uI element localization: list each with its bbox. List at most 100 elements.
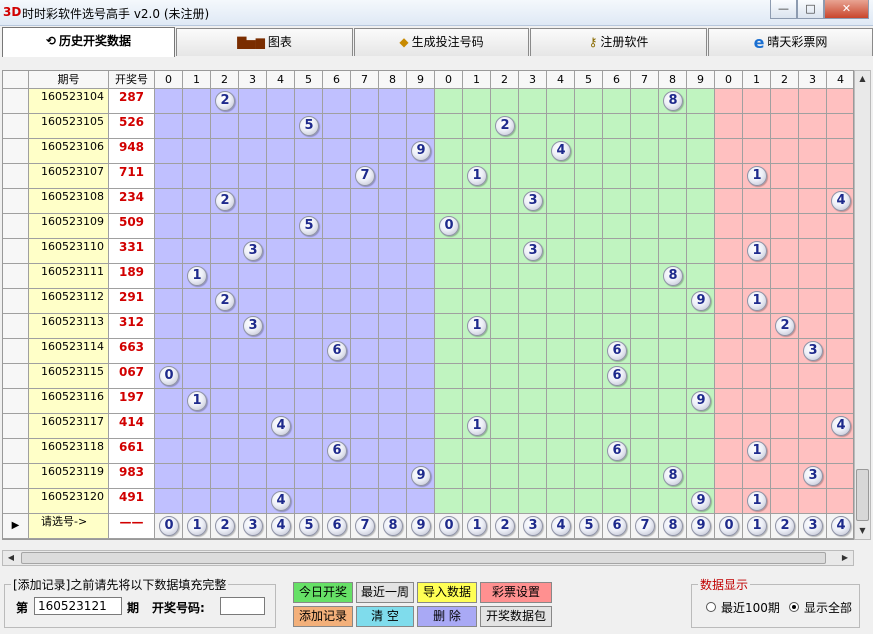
digit-ball: 1: [747, 491, 767, 511]
select-ball-4[interactable]: 4: [831, 516, 851, 536]
select-ball-7[interactable]: 7: [355, 516, 375, 536]
digit-cell: [827, 164, 853, 189]
digit-cell: [491, 464, 519, 489]
select-ball-1[interactable]: 1: [747, 516, 767, 536]
select-ball-4[interactable]: 4: [551, 516, 571, 536]
digit-cell: [771, 414, 799, 439]
scroll-right-icon[interactable]: ▶: [837, 551, 853, 565]
tab-generate[interactable]: ◆ 生成投注号码: [354, 28, 529, 56]
digit-cell: [715, 439, 743, 464]
digit-cell: [659, 489, 687, 514]
column-header-digit: 5: [575, 71, 603, 89]
digit-cell: [239, 214, 267, 239]
period-cell: 160523114: [29, 339, 109, 364]
maximize-button[interactable]: □: [797, 0, 824, 19]
select-ball-4[interactable]: 4: [271, 516, 291, 536]
select-ball-6[interactable]: 6: [607, 516, 627, 536]
select-ball-5[interactable]: 5: [579, 516, 599, 536]
digit-ball: 2: [215, 91, 235, 111]
clear-button[interactable]: 清 空: [356, 606, 414, 627]
digit-cell: [407, 289, 435, 314]
digit-cell: [771, 114, 799, 139]
digit-cell: [379, 214, 407, 239]
digit-cell: [603, 389, 631, 414]
column-header-digit: 4: [267, 71, 295, 89]
digit-cell: [267, 214, 295, 239]
scroll-thumb[interactable]: [856, 469, 869, 521]
digit-cell: [827, 89, 853, 114]
select-ball-2[interactable]: 2: [215, 516, 235, 536]
select-ball-0[interactable]: 0: [719, 516, 739, 536]
digit-cell: [799, 114, 827, 139]
radio-recent-100[interactable]: [706, 602, 716, 612]
digit-cell: [295, 89, 323, 114]
import-data-button[interactable]: 导入数据: [417, 582, 477, 603]
digit-cell: [267, 239, 295, 264]
main-tabs: ⟲ 历史开奖数据 ▇▅▆ 图表 ◆ 生成投注号码 ⚷ 注册软件 e 晴天彩票网: [0, 27, 873, 58]
winning-number-input[interactable]: [220, 597, 265, 615]
digit-ball: 1: [187, 266, 207, 286]
digit-cell: [155, 489, 183, 514]
digit-cell: [575, 239, 603, 264]
scroll-up-icon[interactable]: ▲: [855, 71, 870, 87]
select-ball-5[interactable]: 5: [299, 516, 319, 536]
digit-cell: [519, 214, 547, 239]
select-ball-8[interactable]: 8: [663, 516, 683, 536]
select-ball-0[interactable]: 0: [159, 516, 179, 536]
digit-cell: [267, 464, 295, 489]
select-ball-8[interactable]: 8: [383, 516, 403, 536]
digit-ball: 1: [187, 391, 207, 411]
select-ball-3[interactable]: 3: [243, 516, 263, 536]
vertical-scrollbar[interactable]: ▲ ▼: [854, 70, 871, 540]
tab-chart[interactable]: ▇▅▆ 图表: [176, 28, 353, 56]
scroll-left-icon[interactable]: ◀: [3, 551, 19, 565]
digit-cell: [547, 114, 575, 139]
digit-cell: [295, 489, 323, 514]
digit-cell: [435, 489, 463, 514]
add-record-button[interactable]: 添加记录: [293, 606, 353, 627]
select-ball-2[interactable]: 2: [495, 516, 515, 536]
select-ball-9[interactable]: 9: [411, 516, 431, 536]
select-ball-3[interactable]: 3: [803, 516, 823, 536]
scroll-down-icon[interactable]: ▼: [855, 523, 870, 539]
tab-history[interactable]: ⟲ 历史开奖数据: [2, 27, 175, 57]
bottom-panel: [添加记录]之前请先将以下数据填充完整 第 160523121 期 开奖号码: …: [0, 566, 873, 634]
digit-cell: [547, 214, 575, 239]
lottery-settings-button[interactable]: 彩票设置: [480, 582, 552, 603]
select-ball-3[interactable]: 3: [523, 516, 543, 536]
digit-cell: [547, 164, 575, 189]
radio-show-all[interactable]: [789, 602, 799, 612]
select-ball-1[interactable]: 1: [187, 516, 207, 536]
today-draw-button[interactable]: 今日开奖: [293, 582, 353, 603]
digit-cell: [407, 314, 435, 339]
select-ball-1[interactable]: 1: [467, 516, 487, 536]
period-input[interactable]: 160523121: [34, 597, 122, 615]
select-ball-2[interactable]: 2: [775, 516, 795, 536]
select-ball-6[interactable]: 6: [327, 516, 347, 536]
select-ball-9[interactable]: 9: [691, 516, 711, 536]
digit-cell: [295, 464, 323, 489]
digit-cell: [351, 139, 379, 164]
minimize-button[interactable]: —: [770, 0, 797, 19]
digit-cell: [491, 264, 519, 289]
delete-button[interactable]: 删 除: [417, 606, 477, 627]
hscroll-thumb[interactable]: [21, 552, 826, 564]
digit-cell: [631, 264, 659, 289]
tab-register[interactable]: ⚷ 注册软件: [530, 28, 707, 56]
horizontal-scrollbar[interactable]: ◀ ▶: [2, 550, 854, 566]
history-icon: ⟲: [45, 34, 57, 48]
recent-week-button[interactable]: 最近一周: [356, 582, 414, 603]
tab-website[interactable]: e 晴天彩票网: [708, 28, 873, 56]
digit-ball: 0: [439, 216, 459, 236]
digit-cell: [183, 439, 211, 464]
digit-cell: [743, 364, 771, 389]
period-cell: 160523109: [29, 214, 109, 239]
digit-ball: 8: [663, 266, 683, 286]
data-package-button[interactable]: 开奖数据包: [480, 606, 552, 627]
close-button[interactable]: ✕: [824, 0, 869, 19]
history-data-grid[interactable]: 期号 开奖号 0 1 2 3 4 5 6 7 8 9 0 1 2 3 4 5 6 7 8 9 0 1 2 3 4 160523104 2…: [2, 70, 854, 540]
digit-cell: [799, 389, 827, 414]
digit-cell: [183, 464, 211, 489]
select-ball-0[interactable]: 0: [439, 516, 459, 536]
select-ball-7[interactable]: 7: [635, 516, 655, 536]
